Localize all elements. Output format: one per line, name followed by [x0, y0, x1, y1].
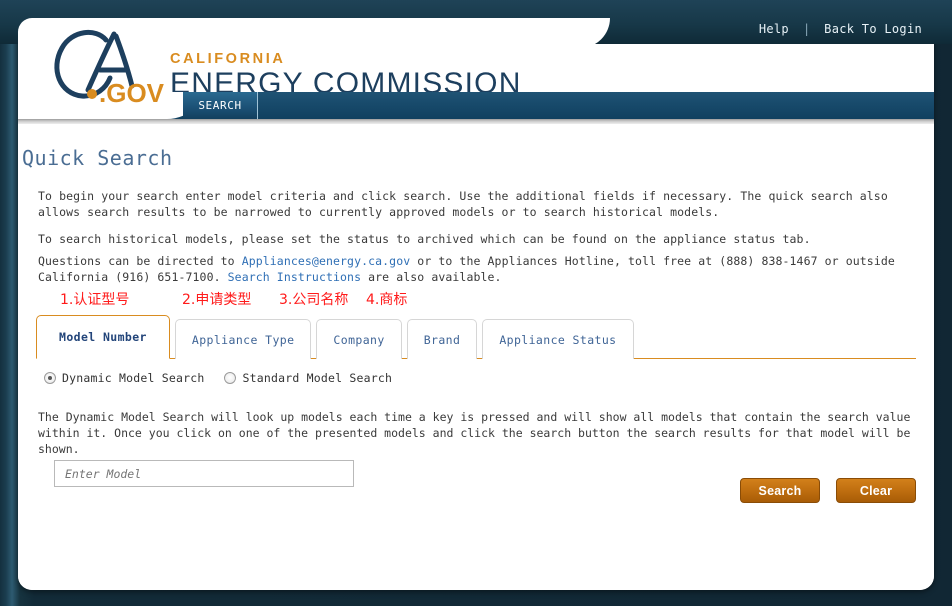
nav-separator: | — [802, 22, 811, 36]
main-content: Quick Search To begin your search enter … — [18, 126, 934, 590]
action-buttons: Search Clear — [740, 478, 916, 503]
radio-dynamic-model-search-label[interactable]: Dynamic Model Search — [62, 371, 204, 385]
tab-appliance-type-label: Appliance Type — [191, 332, 295, 347]
annotation-appliance-type: 2.申请类型 — [182, 292, 252, 308]
tab-model-number[interactable]: Model Number — [36, 315, 170, 359]
nav-tab-search-label: SEARCH — [198, 99, 242, 112]
search-button[interactable]: Search — [740, 478, 820, 503]
model-search-input[interactable] — [54, 460, 354, 487]
annotation-model-number: 1.认证型号 — [60, 292, 130, 308]
tab-company[interactable]: Company — [316, 319, 402, 359]
intro-p3-before: Questions can be directed to — [38, 254, 242, 268]
tab-appliance-status-label: Appliance Status — [499, 332, 617, 347]
page-background: Help | Back To Login .GOV CALIFORNIA ENE… — [0, 0, 952, 606]
top-navigation-links: Help | Back To Login — [759, 22, 922, 36]
section-nav-band: SEARCH — [18, 92, 934, 119]
intro-p3-after: are also available. — [361, 270, 502, 284]
search-tabs: Model Number Appliance Type Company Bran… — [36, 315, 634, 359]
intro-paragraph-2: To search historical models, please set … — [38, 232, 811, 246]
page-title: Quick Search — [22, 146, 173, 170]
wordmark-california: CALIFORNIA — [170, 51, 286, 67]
intro-paragraph-1: To begin your search enter model criteri… — [38, 189, 888, 219]
nav-tab-search[interactable]: SEARCH — [183, 92, 258, 119]
clear-button[interactable]: Clear — [836, 478, 916, 503]
search-instructions-link[interactable]: Search Instructions — [228, 270, 361, 284]
intro-paragraph-3: Questions can be directed to Appliances@… — [38, 253, 918, 285]
search-mode-helper-text: The Dynamic Model Search will look up mo… — [38, 410, 911, 456]
help-link[interactable]: Help — [759, 22, 789, 36]
search-mode-radio-group: Dynamic Model Search Standard Model Sear… — [44, 371, 406, 385]
radio-standard-model-search[interactable] — [224, 372, 237, 384]
annotation-company: 3.公司名称 — [279, 292, 349, 308]
nav-band-background — [163, 92, 934, 119]
tab-model-number-label: Model Number — [59, 330, 147, 344]
appliances-email-link[interactable]: Appliances@energy.ca.gov — [242, 254, 411, 268]
tab-company-label: Company — [333, 332, 385, 347]
annotation-brand: 4.商标 — [366, 292, 408, 308]
tab-appliance-status[interactable]: Appliance Status — [482, 319, 634, 359]
back-to-login-link[interactable]: Back To Login — [824, 22, 922, 36]
radio-standard-model-search-label[interactable]: Standard Model Search — [242, 371, 392, 385]
tab-appliance-type[interactable]: Appliance Type — [174, 319, 312, 359]
tab-brand[interactable]: Brand — [406, 319, 478, 359]
header-divider — [18, 119, 934, 124]
tab-brand-label: Brand — [423, 332, 461, 347]
chinese-annotations: 1.认证型号 2.申请类型 3.公司名称 4.商标 — [18, 289, 934, 309]
radio-dynamic-model-search[interactable] — [44, 372, 56, 384]
